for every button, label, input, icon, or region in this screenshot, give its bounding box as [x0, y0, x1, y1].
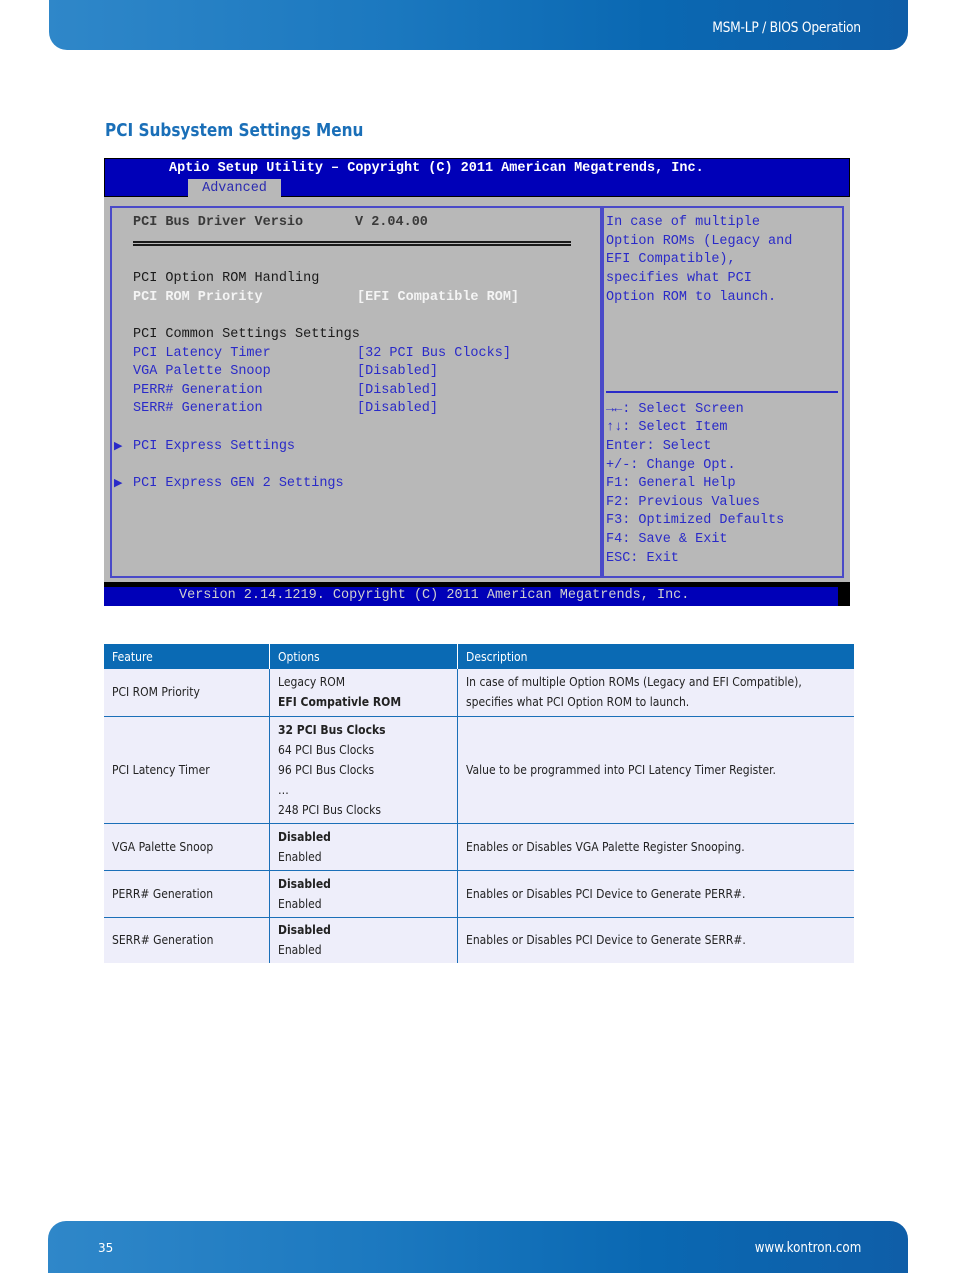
- key-help-f4: F4: Save & Exit: [606, 532, 728, 547]
- description-cell: Enables or Disables PCI Device to Genera…: [457, 870, 854, 918]
- setting-value: [32 PCI Bus Clocks]: [357, 346, 511, 361]
- key-help-esc: ESC: Exit: [606, 551, 679, 566]
- option: 248 PCI Bus Clocks: [278, 802, 382, 817]
- table-row: SERR# Generation Disabled Enabled Enable…: [104, 917, 854, 963]
- common-settings-heading: PCI Common Settings Settings: [133, 327, 360, 342]
- table-row: PCI ROM Priority Legacy ROM EFI Compativ…: [104, 669, 854, 717]
- option-default: EFI Compativle ROM: [278, 695, 402, 710]
- header-feature: Feature: [104, 644, 270, 669]
- feature-cell: VGA Palette Snoop: [104, 823, 270, 871]
- option-default: Disabled: [278, 876, 331, 891]
- feature-cell: PCI Latency Timer: [104, 716, 270, 824]
- key-help-f1: F1: General Help: [606, 476, 736, 491]
- bios-screenshot: Aptio Setup Utility – Copyright (C) 2011…: [104, 158, 850, 606]
- description-cell: Enables or Disables PCI Device to Genera…: [457, 917, 854, 963]
- bios-settings-panel: PCI Bus Driver Versio V 2.04.00 PCI Opti…: [110, 206, 602, 578]
- option: 96 PCI Bus Clocks: [278, 762, 375, 777]
- option: Enabled: [278, 896, 322, 911]
- feature-table: Feature Options Description PCI ROM Prio…: [104, 644, 854, 963]
- submenu-arrow-icon: ▶: [114, 440, 123, 452]
- feature-cell: PERR# Generation: [104, 870, 270, 918]
- header-description: Description: [457, 644, 854, 669]
- table-row: PCI Latency Timer 32 PCI Bus Clocks 64 P…: [104, 716, 854, 824]
- description-cell: Enables or Disables VGA Palette Register…: [457, 823, 854, 871]
- header-title: MSM-LP / BIOS Operation: [712, 20, 861, 36]
- setting-value: [EFI Compatible ROM]: [357, 290, 520, 305]
- section-title: PCI Subsystem Settings Menu: [105, 120, 364, 141]
- submenu-label: PCI Express GEN 2 Settings: [133, 476, 344, 491]
- setting-value: [Disabled]: [357, 383, 439, 398]
- table-row: VGA Palette Snoop Disabled Enabled Enabl…: [104, 823, 854, 871]
- option-default: 32 PCI Bus Clocks: [278, 722, 386, 737]
- help-divider: [606, 391, 838, 393]
- options-cell: Disabled Enabled: [269, 917, 458, 963]
- setting-label: PERR# Generation: [133, 383, 263, 398]
- bios-title: Aptio Setup Utility – Copyright (C) 2011…: [169, 161, 704, 176]
- key-help-select-screen: →←: Select Screen: [606, 402, 744, 417]
- setting-value: [Disabled]: [357, 401, 439, 416]
- divider: [133, 241, 571, 246]
- key-help-f2: F2: Previous Values: [606, 495, 760, 510]
- page-number: 35: [98, 1241, 114, 1255]
- bios-help-panel: In case of multiple Option ROMs (Legacy …: [602, 206, 844, 578]
- submenu-label: PCI Express Settings: [133, 439, 296, 454]
- key-help-f3: F3: Optimized Defaults: [606, 513, 785, 528]
- option-ellipsis: …: [278, 782, 289, 797]
- help-line: Option ROM to launch.: [606, 290, 777, 305]
- tab-advanced[interactable]: Advanced: [188, 179, 281, 198]
- description-cell: In case of multiple Option ROMs (Legacy …: [457, 669, 854, 717]
- page-footer: 35 www.kontron.com: [48, 1221, 908, 1273]
- help-line: Option ROMs (Legacy and: [606, 234, 793, 249]
- option-default: Disabled: [278, 829, 331, 844]
- footer-url[interactable]: www.kontron.com: [754, 1240, 861, 1256]
- option: Legacy ROM: [278, 675, 346, 690]
- help-line: In case of multiple: [606, 215, 760, 230]
- setting-label: VGA Palette Snoop: [133, 364, 271, 379]
- feature-cell: SERR# Generation: [104, 917, 270, 963]
- options-cell: Disabled Enabled: [269, 823, 458, 871]
- table-row: PERR# Generation Disabled Enabled Enable…: [104, 870, 854, 918]
- help-line: EFI Compatible),: [606, 252, 736, 267]
- description-cell: Value to be programmed into PCI Latency …: [457, 716, 854, 824]
- setting-label: SERR# Generation: [133, 401, 263, 416]
- help-line: specifies what PCI: [606, 271, 752, 286]
- bios-version-bar: Version 2.14.1219. Copyright (C) 2011 Am…: [104, 587, 838, 606]
- bios-title-bar: Aptio Setup Utility – Copyright (C) 2011…: [104, 158, 850, 198]
- options-cell: Disabled Enabled: [269, 870, 458, 918]
- key-help-enter: Enter: Select: [606, 439, 712, 454]
- feature-cell: PCI ROM Priority: [104, 669, 270, 717]
- setting-label: PCI ROM Priority: [133, 290, 263, 305]
- key-help-select-item: ↑↓: Select Item: [606, 420, 728, 435]
- option: 64 PCI Bus Clocks: [278, 742, 375, 757]
- bios-version: Version 2.14.1219. Copyright (C) 2011 Am…: [179, 588, 690, 603]
- setting-label: PCI Latency Timer: [133, 346, 271, 361]
- header-options: Options: [269, 644, 458, 669]
- submenu-arrow-icon: ▶: [114, 477, 123, 489]
- key-help-change-opt: +/-: Change Opt.: [606, 458, 736, 473]
- driver-version-label: PCI Bus Driver Versio: [133, 215, 304, 230]
- option-default: Disabled: [278, 923, 331, 938]
- option: Enabled: [278, 849, 322, 864]
- options-cell: Legacy ROM EFI Compativle ROM: [269, 669, 458, 717]
- driver-version-value: V 2.04.00: [355, 215, 428, 230]
- option: Enabled: [278, 943, 322, 958]
- option-rom-heading: PCI Option ROM Handling: [133, 271, 320, 286]
- bios-body: PCI Bus Driver Versio V 2.04.00 PCI Opti…: [104, 197, 850, 582]
- page-header: MSM-LP / BIOS Operation: [49, 0, 908, 50]
- setting-value: [Disabled]: [357, 364, 439, 379]
- options-cell: 32 PCI Bus Clocks 64 PCI Bus Clocks 96 P…: [269, 716, 458, 824]
- table-header-row: Feature Options Description: [104, 644, 854, 669]
